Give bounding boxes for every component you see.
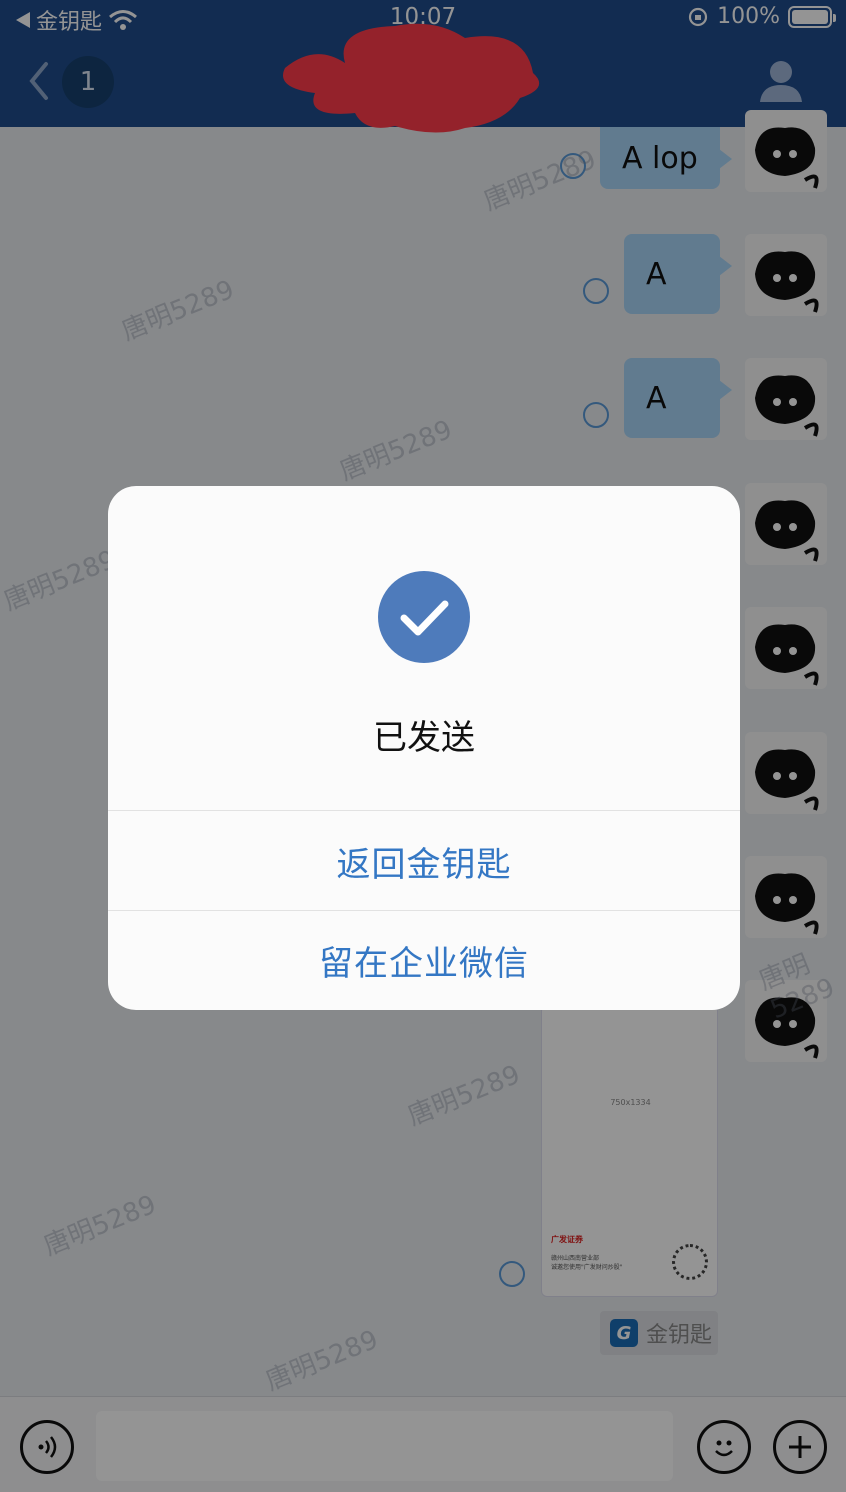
return-to-app-button[interactable]: 返回金钥匙 [108,812,740,910]
sent-dialog: 已发送 返回金钥匙 留在企业微信 [108,486,740,1010]
stay-in-wecom-button[interactable]: 留在企业微信 [108,911,740,1009]
dialog-title: 已发送 [373,718,475,758]
success-check-icon [378,571,470,663]
chat-screen: 金钥匙 10:07 100% 1 A lop A A 750x1334 广发证券… [0,0,846,1492]
divider [108,810,740,811]
